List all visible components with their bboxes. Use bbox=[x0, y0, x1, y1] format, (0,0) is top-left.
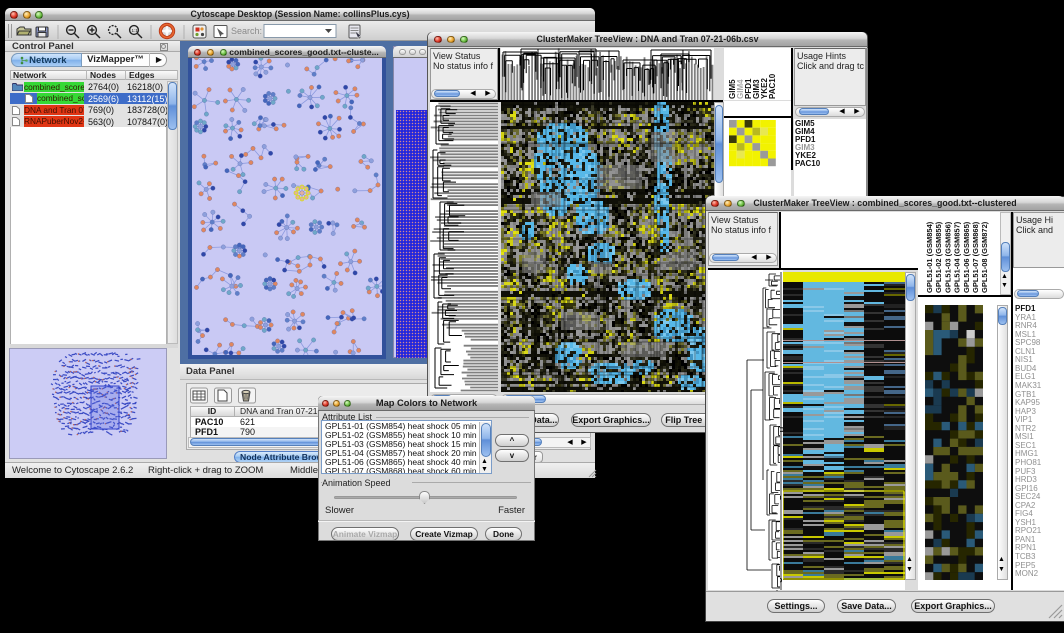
svg-text:PAC10: PAC10 bbox=[768, 73, 777, 99]
svg-text:GPL51-04 (GSM857): GPL51-04 (GSM857) bbox=[953, 221, 962, 293]
svg-text:GPL51-01 (GSM854): GPL51-01 (GSM854) bbox=[925, 221, 934, 293]
svg-text:1:1: 1:1 bbox=[132, 28, 139, 33]
svg-text:GPL51-07 (GSM868): GPL51-07 (GSM868) bbox=[971, 221, 980, 293]
svg-text:GPL51-03 (GSM856): GPL51-03 (GSM856) bbox=[943, 221, 952, 293]
svg-text:GPL51-08 (GSM872): GPL51-08 (GSM872) bbox=[980, 221, 989, 293]
svg-text:GPL51-02 (GSM855): GPL51-02 (GSM855) bbox=[934, 221, 943, 293]
svg-text:GPL51-06 (GSM865): GPL51-06 (GSM865) bbox=[962, 221, 971, 293]
svg-text:Search:: Search: bbox=[231, 26, 262, 36]
